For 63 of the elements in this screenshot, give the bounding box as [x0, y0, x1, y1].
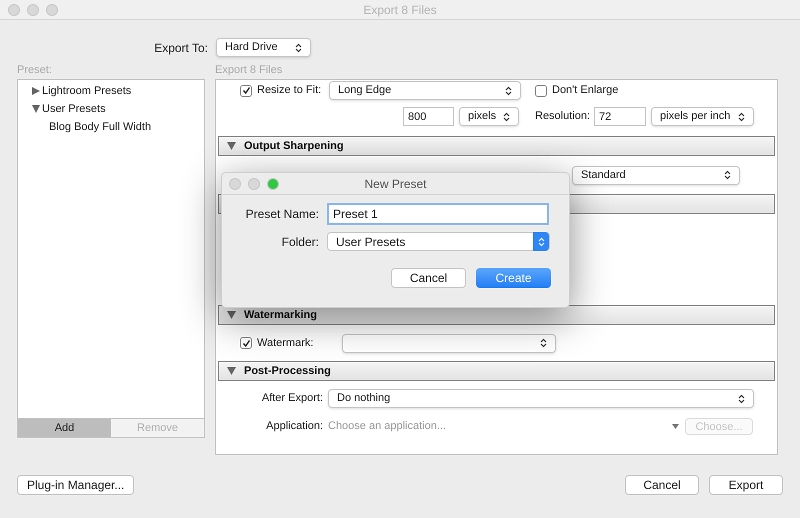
- cancel-button[interactable]: Cancel: [625, 475, 699, 495]
- plugin-manager-button[interactable]: Plug-in Manager...: [17, 475, 134, 495]
- preset-item[interactable]: Blog Body Full Width: [18, 118, 204, 136]
- after-export-label: After Export:: [260, 391, 323, 406]
- resize-label: Resize to Fit:: [257, 83, 322, 98]
- window-title: Export 8 Files: [363, 2, 437, 18]
- stepper-icon: [738, 112, 746, 122]
- preset-folder[interactable]: Lightroom Presets: [18, 82, 204, 100]
- export-button[interactable]: Export: [709, 475, 783, 495]
- disclosure-triangle-icon: [32, 87, 40, 95]
- dropdown-arrow-icon: [672, 424, 679, 429]
- stepper-icon: [724, 170, 731, 180]
- folder-label: Folder:: [280, 234, 319, 250]
- disclosure-triangle-icon: [32, 105, 40, 113]
- resize-mode-dropdown[interactable]: Long Edge: [329, 81, 521, 100]
- preset-list-button[interactable]: Add: [18, 419, 111, 437]
- size-field[interactable]: 800: [403, 107, 454, 126]
- watermark-label: Watermark:: [257, 336, 314, 351]
- dont-enlarge-label: Don't Enlarge: [552, 83, 618, 98]
- disclosure-triangle-icon: [227, 142, 236, 150]
- preset-label: Preset:: [17, 63, 53, 78]
- stepper-icon: [503, 112, 510, 122]
- checkmark-icon: [242, 338, 250, 348]
- watermark-dropdown[interactable]: [342, 334, 556, 352]
- window-control[interactable]: [27, 4, 39, 16]
- window-control[interactable]: [8, 4, 20, 16]
- after-export-dropdown[interactable]: Do nothing: [328, 389, 754, 408]
- resolution-unit-dropdown[interactable]: pixels per inch: [651, 107, 754, 126]
- dialog-cancel-button[interactable]: Cancel: [391, 268, 466, 288]
- section-title: Watermarking: [244, 308, 317, 323]
- folder-dropdown[interactable]: User Presets: [327, 232, 550, 251]
- window-control[interactable]: [248, 178, 260, 190]
- preset-folder[interactable]: User Presets: [18, 100, 204, 118]
- checkbox[interactable]: [535, 84, 547, 96]
- section-header[interactable]: Output Sharpening: [218, 136, 775, 156]
- dialog-title: New Preset: [364, 176, 427, 192]
- window-control[interactable]: [267, 178, 279, 190]
- window-control[interactable]: [46, 4, 58, 16]
- window-control[interactable]: [229, 178, 241, 190]
- resolution-field[interactable]: 72: [594, 107, 646, 126]
- stepper-icon: [533, 232, 549, 251]
- stepper-icon: [540, 338, 547, 348]
- section-title: Post-Processing: [244, 364, 331, 379]
- application-label: Application:: [265, 419, 323, 434]
- section-header[interactable]: Post-Processing: [218, 361, 775, 381]
- preset-name-field[interactable]: Preset 1: [327, 203, 549, 225]
- stepper-icon: [505, 86, 512, 96]
- size-unit-dropdown[interactable]: pixels: [459, 107, 519, 126]
- stepper-icon: [295, 42, 302, 52]
- checkmark-icon: [242, 86, 250, 95]
- settings-label: Export 8 Files: [215, 63, 284, 78]
- disclosure-triangle-icon: [227, 367, 236, 375]
- sharpening-amount-dropdown[interactable]: Standard: [572, 166, 740, 184]
- export-to-label: Export To:: [153, 40, 208, 56]
- checkbox[interactable]: [240, 84, 252, 96]
- checkbox[interactable]: [240, 337, 252, 349]
- resolution-label: Resolution:: [535, 109, 590, 124]
- stepper-icon: [738, 394, 745, 404]
- disclosure-triangle-icon: [227, 311, 236, 319]
- export-to-dropdown[interactable]: Hard Drive: [216, 38, 311, 57]
- section-header[interactable]: Watermarking: [218, 305, 775, 325]
- section-title: Output Sharpening: [244, 138, 344, 154]
- preset-name-label: Preset Name:: [244, 206, 319, 223]
